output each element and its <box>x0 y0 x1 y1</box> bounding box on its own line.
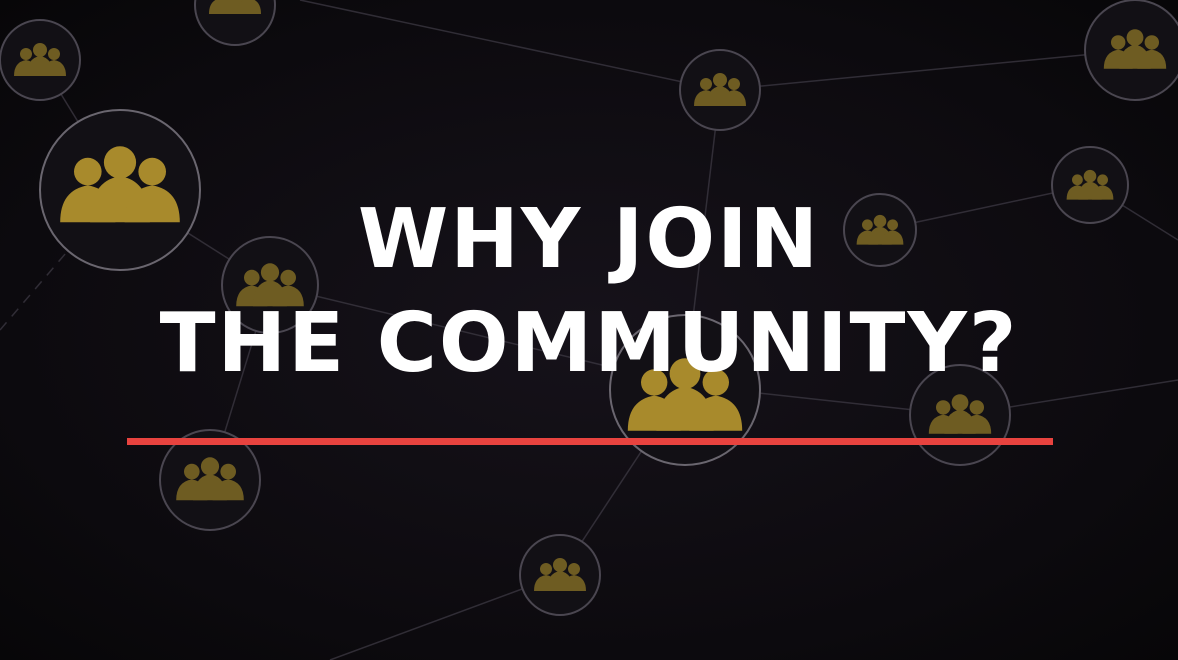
headline-line-1: WHY JOIN <box>357 192 821 287</box>
title-card: WHY JOIN THE COMMUNITY? <box>0 0 1178 660</box>
headline: WHY JOIN THE COMMUNITY? <box>0 188 1178 396</box>
headline-line-2: THE COMMUNITY? <box>159 296 1019 391</box>
headline-underline <box>127 438 1053 445</box>
